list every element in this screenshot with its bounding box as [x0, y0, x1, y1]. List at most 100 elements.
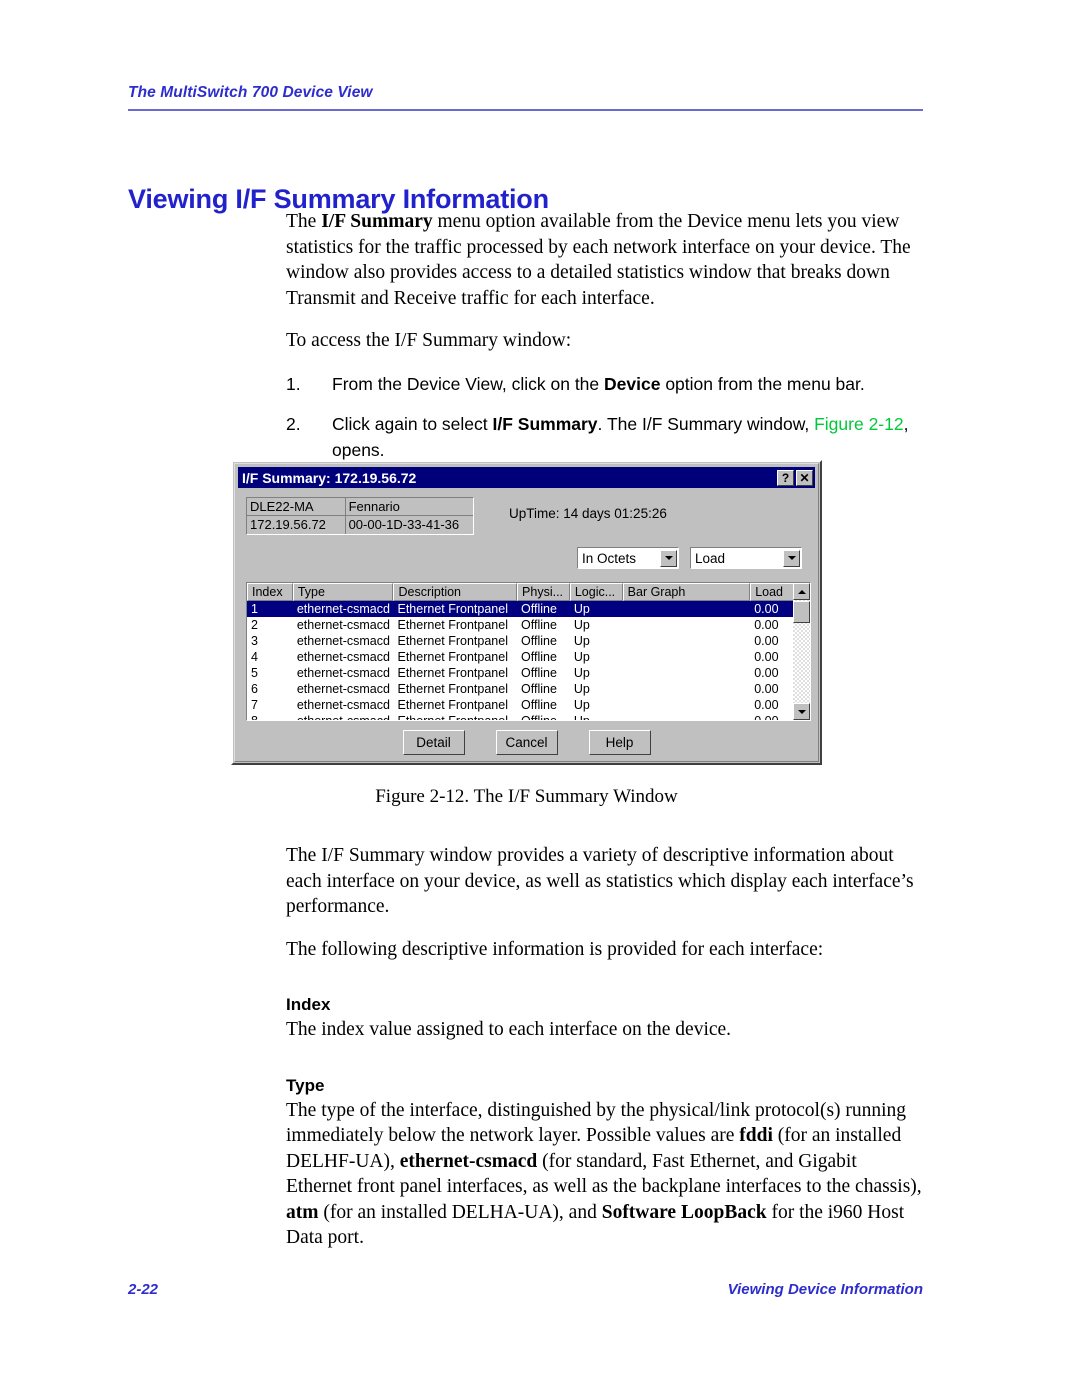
- table-row[interactable]: 7 ethernet-csmacd Ethernet Frontpanel Offli…: [247, 697, 810, 713]
- cancel-button[interactable]: Cancel: [495, 730, 558, 755]
- list-item: 1. From the Device View, click on the Dev…: [286, 371, 924, 397]
- term-heading-index: Index: [286, 995, 331, 1014]
- cell-type: ethernet-csmacd: [296, 698, 390, 712]
- term-body-type: The type of the interface, distinguished…: [286, 1098, 926, 1251]
- device-mac-cell: 00-00-1D-33-41-36: [348, 517, 460, 532]
- cell-type: ethernet-csmacd: [296, 666, 390, 680]
- cell-type: ethernet-csmacd: [296, 650, 390, 664]
- cell-description: Ethernet Frontpanel: [397, 602, 508, 616]
- cell-description: Ethernet Frontpanel: [397, 698, 508, 712]
- intro-paragraph-2: To access the I/F Summary window:: [286, 330, 572, 351]
- cell-description: Ethernet Frontpanel: [397, 666, 508, 680]
- cell-description: Ethernet Frontpanel: [397, 714, 508, 721]
- intro-p1-part-a: The: [286, 211, 322, 232]
- step-number: 2.: [286, 413, 301, 434]
- dialog-title: I/F Summary: 172.19.56.72: [242, 469, 417, 486]
- type-bold-ethernet-csmacd: ethernet-csmacd: [399, 1150, 538, 1172]
- dialog-titlebar[interactable]: I/F Summary: 172.19.56.72 ? ✕: [238, 467, 815, 488]
- if-summary-dialog: I/F Summary: 172.19.56.72 ? ✕ DLE22-MA F…: [231, 460, 822, 765]
- column-header-logical[interactable]: Logic...: [569, 583, 623, 601]
- cell-index: 2: [251, 618, 258, 632]
- chevron-down-icon[interactable]: [660, 549, 677, 567]
- dialog-button-bar: Detail Cancel Help: [235, 730, 818, 755]
- help-icon[interactable]: ?: [777, 469, 794, 486]
- uptime-label: UpTime: 14 days 01:25:26: [509, 506, 667, 521]
- table-row: 172.19.56.72 00-00-1D-33-41-36: [247, 516, 473, 534]
- chevron-down-icon[interactable]: [783, 549, 800, 567]
- cell-logical: Up: [573, 618, 590, 632]
- step-2-text-b: . The I/F Summary window,: [597, 413, 815, 434]
- cell-type: ethernet-csmacd: [296, 618, 390, 632]
- term-body-index: The index value assigned to each interfa…: [286, 1019, 732, 1040]
- cell-description: Ethernet Frontpanel: [397, 634, 508, 648]
- scroll-up-icon[interactable]: [793, 583, 810, 600]
- cell-logical: Up: [573, 634, 590, 648]
- table-row[interactable]: 2 ethernet-csmacd Ethernet Frontpanel Offli…: [247, 617, 810, 633]
- view-dropdown-value: Load: [695, 550, 726, 566]
- cell-physical: Offline: [521, 650, 557, 664]
- step-2-bold: I/F Summary: [492, 413, 598, 434]
- footer-section-name: Viewing Device Information: [727, 1281, 923, 1298]
- cell-logical: Up: [573, 698, 590, 712]
- table-row[interactable]: 6 ethernet-csmacd Ethernet Frontpanel Offli…: [247, 681, 810, 697]
- figure-caption: Figure 2-12. The I/F Summary Window: [375, 786, 678, 807]
- cell-index: 7: [251, 698, 258, 712]
- cell-description: Ethernet Frontpanel: [397, 682, 508, 696]
- cell-physical: Offline: [521, 602, 557, 616]
- step-2-text-a: Click again to select: [332, 413, 493, 434]
- metric-dropdown-value: In Octets: [582, 550, 637, 566]
- page-footer: 2-22 Viewing Device Information: [128, 1281, 923, 1298]
- intro-p1-bold: I/F Summary: [321, 211, 433, 232]
- vertical-scrollbar[interactable]: [793, 583, 810, 720]
- cell-description: Ethernet Frontpanel: [397, 618, 508, 632]
- lower-body: The I/F Summary window provides a variet…: [286, 843, 926, 1268]
- column-header-bar-graph[interactable]: Bar Graph: [622, 583, 751, 601]
- cell-physical: Offline: [521, 698, 557, 712]
- table-row[interactable]: 4 ethernet-csmacd Ethernet Frontpanel Offli…: [247, 649, 810, 665]
- detail-button[interactable]: Detail: [402, 730, 465, 755]
- cell-index: 1: [251, 602, 258, 616]
- type-bold-fddi: fddi: [739, 1125, 773, 1146]
- cell-physical: Offline: [521, 714, 557, 721]
- interface-list[interactable]: Index Type Description Physi... Logic...…: [246, 582, 811, 721]
- running-head-text: The MultiSwitch 700 Device View: [128, 84, 373, 101]
- cell-index: 4: [251, 650, 258, 664]
- page-running-header: The MultiSwitch 700 Device View: [128, 84, 923, 111]
- cell-type: ethernet-csmacd: [296, 634, 390, 648]
- step-1-bold: Device: [604, 373, 661, 394]
- cell-logical: Up: [573, 714, 590, 721]
- column-header-description[interactable]: Description: [393, 583, 518, 601]
- help-button[interactable]: Help: [588, 730, 651, 755]
- table-row[interactable]: 1 ethernet-csmacd Ethernet Frontpanel Offli…: [247, 601, 810, 617]
- table-row[interactable]: 3 ethernet-csmacd Ethernet Frontpanel Offli…: [247, 633, 810, 649]
- type-bold-atm: atm: [286, 1201, 319, 1223]
- view-dropdown[interactable]: Load: [690, 547, 802, 569]
- column-header-index[interactable]: Index: [247, 583, 293, 601]
- metric-dropdown[interactable]: In Octets: [577, 547, 679, 569]
- column-header-physical[interactable]: Physi...: [517, 583, 570, 601]
- cell-description: Ethernet Frontpanel: [397, 650, 508, 664]
- cell-type: ethernet-csmacd: [296, 602, 390, 616]
- step-number: 1.: [286, 373, 301, 394]
- cell-index: 5: [251, 666, 258, 680]
- column-header-type[interactable]: Type: [292, 583, 394, 601]
- close-icon[interactable]: ✕: [796, 469, 813, 486]
- cell-index: 3: [251, 634, 258, 648]
- scrollbar-thumb[interactable]: [793, 601, 810, 623]
- procedure-list: 1. From the Device View, click on the Dev…: [286, 371, 924, 463]
- cell-type: ethernet-csmacd: [296, 682, 390, 696]
- cell-physical: Offline: [521, 682, 557, 696]
- cell-index: 8: [251, 714, 258, 721]
- figure-cross-reference-link[interactable]: Figure 2-12: [814, 414, 904, 434]
- type-text-d: (for an installed DELHA-UA), and: [318, 1201, 602, 1223]
- table-row: DLE22-MA Fennario: [247, 498, 473, 516]
- device-name-cell: DLE22-MA: [247, 498, 346, 516]
- lower-paragraph-1: The I/F Summary window provides a variet…: [286, 845, 914, 917]
- scroll-down-icon[interactable]: [793, 703, 810, 720]
- list-header-row: Index Type Description Physi... Logic...…: [247, 583, 810, 601]
- cell-logical: Up: [573, 682, 590, 696]
- step-1-text-b: option from the menu bar.: [660, 373, 865, 394]
- cell-physical: Offline: [521, 634, 557, 648]
- table-row[interactable]: 5 ethernet-csmacd Ethernet Frontpanel Offli…: [247, 665, 810, 681]
- table-row[interactable]: 8 ethernet-csmacd Ethernet Frontpanel Offli…: [247, 713, 810, 721]
